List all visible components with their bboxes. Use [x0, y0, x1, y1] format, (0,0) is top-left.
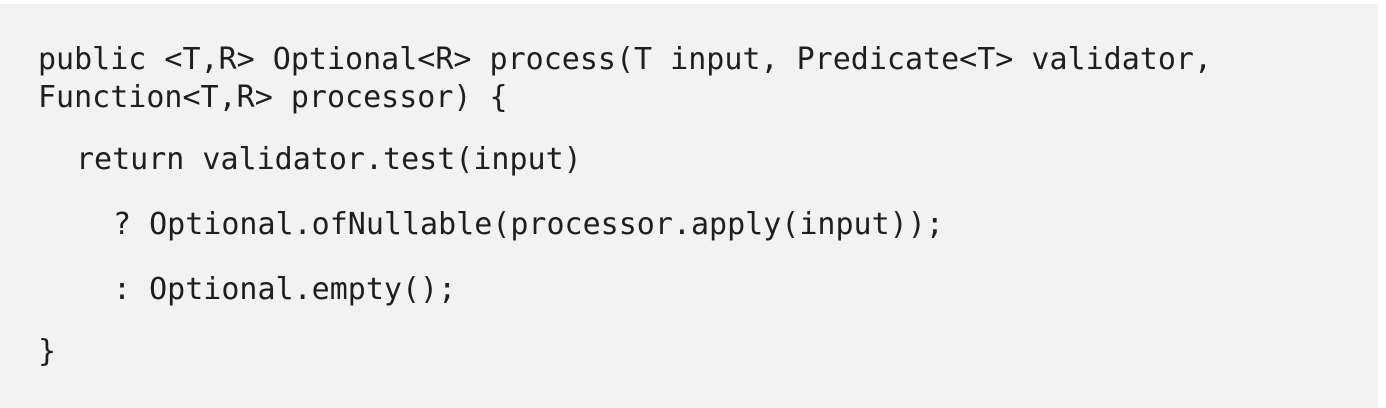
method-signature-line-2: Function<T,R> processor) {	[38, 80, 508, 115]
closing-brace-line: }	[38, 334, 57, 369]
return-statement-line: return validator.test(input)	[76, 142, 582, 177]
code-block: public <T,R> Optional<R> process(T input…	[0, 4, 1378, 408]
method-signature-line-1: public <T,R> Optional<R> process(T input…	[38, 42, 1212, 77]
ternary-false-branch-line: : Optional.empty();	[113, 272, 457, 307]
ternary-true-branch-line: ? Optional.ofNullable(processor.apply(in…	[113, 207, 944, 242]
